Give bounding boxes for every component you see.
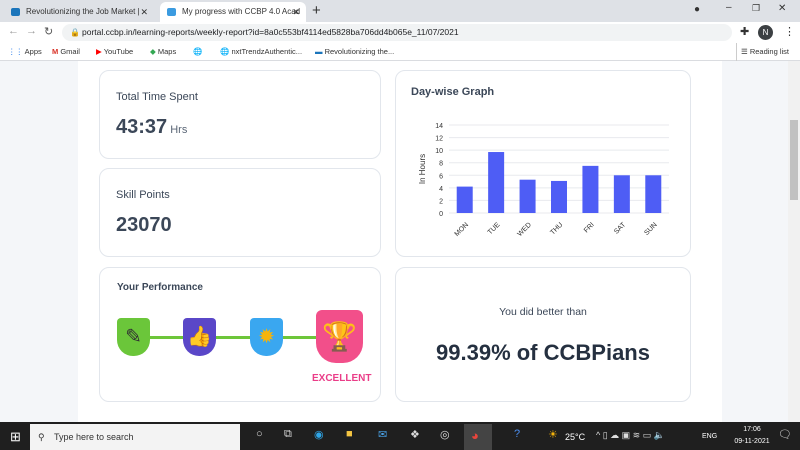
y-tick-label: 4	[439, 186, 443, 193]
y-tick-label: 10	[435, 148, 443, 155]
bookmark-nxttrendz[interactable]: 🌐 nxtTrendzAuthentic...	[220, 43, 302, 61]
edge-icon[interactable]: ◉	[314, 428, 324, 441]
bookmark-revolutionizing[interactable]: ▬ Revolutionizing the...	[315, 43, 394, 61]
site-icon	[11, 8, 20, 16]
performance-level: EXCELLENT	[312, 373, 372, 384]
search-icon: ⚲	[38, 432, 45, 442]
weather-icon: ☀	[548, 429, 558, 441]
bookmark-gmail[interactable]: M Gmail	[52, 43, 80, 61]
file-explorer-icon[interactable]: ■	[346, 428, 353, 440]
tab-my-progress[interactable]: My progress with CCBP 4.0 Acad ✕	[160, 2, 306, 22]
extensions-icon[interactable]: ✚	[740, 25, 749, 38]
forward-button[interactable]: →	[26, 25, 37, 37]
x-tick-label: SUN	[643, 221, 658, 236]
medal-badge-icon: ✹	[250, 318, 283, 356]
scrollbar[interactable]	[788, 61, 800, 423]
performance-card: Your Performance ✎ 👍 ✹ 🏆 EXCELLENT	[99, 267, 381, 402]
y-tick-label: 0	[439, 211, 443, 218]
reading-list-icon: ☰	[741, 47, 750, 56]
media-icon[interactable]: ●	[694, 4, 700, 15]
maps-icon: ◆	[150, 47, 158, 56]
mail-icon[interactable]: ✉	[378, 428, 387, 441]
y-tick-label: 2	[439, 198, 443, 205]
tab-revolutionizing[interactable]: Revolutionizing the Job Market | ✕	[4, 2, 154, 22]
help-icon[interactable]: ?	[514, 428, 520, 440]
ranking-value: 99.39% of CCBPians	[436, 340, 650, 365]
x-tick-label: SAT	[613, 221, 628, 236]
site-icon	[167, 8, 176, 16]
lock-icon: 🔒	[70, 28, 80, 37]
bar-mon	[456, 186, 473, 213]
site-icon: ▬	[315, 47, 325, 56]
app-icon[interactable]: ◎	[440, 428, 450, 441]
profile-avatar[interactable]: N	[758, 25, 773, 40]
y-axis-label: In Hours	[418, 154, 427, 184]
ranking-text: You did better than	[499, 306, 587, 318]
clock-time[interactable]: 17:06	[734, 426, 770, 433]
apps-grid-icon: ⋮⋮	[8, 47, 25, 56]
bookmarks-bar: ⋮⋮ Apps M Gmail ▶ YouTube ◆ Maps 🌐 🌐 nxt…	[0, 43, 800, 61]
restore-button[interactable]: ❐	[752, 3, 760, 14]
tray-icons[interactable]: ^ ▯ ☁ ▣ ≋ ▭ 🔈	[596, 430, 665, 441]
reading-list[interactable]: ☰ Reading list	[736, 43, 789, 61]
total-time-label: Total Time Spent	[116, 91, 198, 103]
windows-start-icon[interactable]: ⊞	[10, 429, 21, 445]
bookmark-youtube[interactable]: ▶ YouTube	[96, 43, 133, 61]
total-time-value: 43:37 Hrs	[116, 116, 188, 138]
dropbox-icon[interactable]: ❖	[410, 428, 420, 441]
skill-points-value: 23070	[116, 214, 172, 236]
y-tick-label: 12	[435, 136, 443, 143]
cortana-icon[interactable]: ○	[256, 428, 263, 440]
x-tick-label: FRI	[583, 221, 596, 234]
thumbs-up-badge-icon: 👍	[183, 318, 216, 356]
performance-title: Your Performance	[117, 282, 203, 293]
bar-sun	[645, 175, 662, 213]
bar-chart: 0 2 4 6 8 10 12 14 In Hours MON TUE WED THU FRI SAT SUN	[418, 123, 669, 238]
skill-points-label: Skill Points	[116, 189, 170, 201]
globe-icon: 🌐	[220, 47, 232, 56]
bar-wed	[519, 179, 536, 213]
x-tick-label: MON	[454, 221, 471, 238]
notifications-icon[interactable]: 🗨	[778, 428, 792, 441]
address-bar[interactable]: 🔒 portal.ccbp.in/learning-reports/weekly-…	[62, 24, 732, 41]
skill-points-card: Skill Points 23070	[99, 168, 381, 257]
y-tick-label: 6	[439, 173, 443, 180]
y-tick-label: 14	[435, 123, 443, 130]
scrollbar-thumb[interactable]	[790, 120, 798, 200]
clock-date[interactable]: 09-11-2021	[730, 438, 774, 445]
chrome-taskbar-button[interactable]: ◕	[464, 424, 492, 450]
language-indicator[interactable]: ENG	[702, 433, 717, 440]
taskbar-search[interactable]: ⚲ Type here to search	[30, 424, 240, 450]
pencil-badge-icon: ✎	[117, 318, 150, 356]
progress-line	[135, 336, 345, 339]
bar-thu	[551, 180, 567, 213]
close-window-button[interactable]: ✕	[778, 3, 786, 14]
minimize-button[interactable]: –	[726, 2, 732, 13]
trophy-badge-icon: 🏆	[316, 310, 363, 363]
weather-text[interactable]: 25°C	[565, 432, 585, 442]
bookmark-maps[interactable]: ◆ Maps	[150, 43, 176, 61]
new-tab-button[interactable]: +	[312, 2, 321, 19]
bookmark-apps[interactable]: ⋮⋮ Apps	[8, 43, 42, 61]
chrome-icon: ◕	[471, 428, 479, 443]
total-time-card: Total Time Spent 43:37 Hrs	[99, 70, 381, 159]
bar-tue	[488, 152, 505, 213]
ranking-card: You did better than 99.39% of CCBPians	[395, 267, 691, 402]
task-view-icon[interactable]: ⧉	[284, 428, 292, 441]
bar-fri	[582, 165, 599, 213]
close-icon[interactable]: ✕	[292, 2, 300, 22]
globe-icon[interactable]: 🌐	[193, 43, 202, 61]
x-tick-label: WED	[516, 221, 533, 238]
tab-bar: Revolutionizing the Job Market | ✕ My pro…	[0, 0, 800, 22]
back-button[interactable]: ←	[8, 25, 19, 37]
day-wise-graph-card: Day-wise Graph 0 2 4 6 8 10 12 14 In Hours MON TUE…	[395, 70, 691, 257]
x-tick-label: THU	[549, 221, 564, 236]
youtube-icon: ▶	[96, 47, 104, 56]
bar-sat	[613, 175, 630, 213]
close-icon[interactable]: ✕	[140, 2, 148, 22]
reload-button[interactable]: ↻	[44, 25, 53, 38]
menu-icon[interactable]: ⋮	[784, 25, 795, 38]
x-tick-label: TUE	[487, 221, 502, 236]
y-tick-label: 8	[439, 161, 443, 168]
